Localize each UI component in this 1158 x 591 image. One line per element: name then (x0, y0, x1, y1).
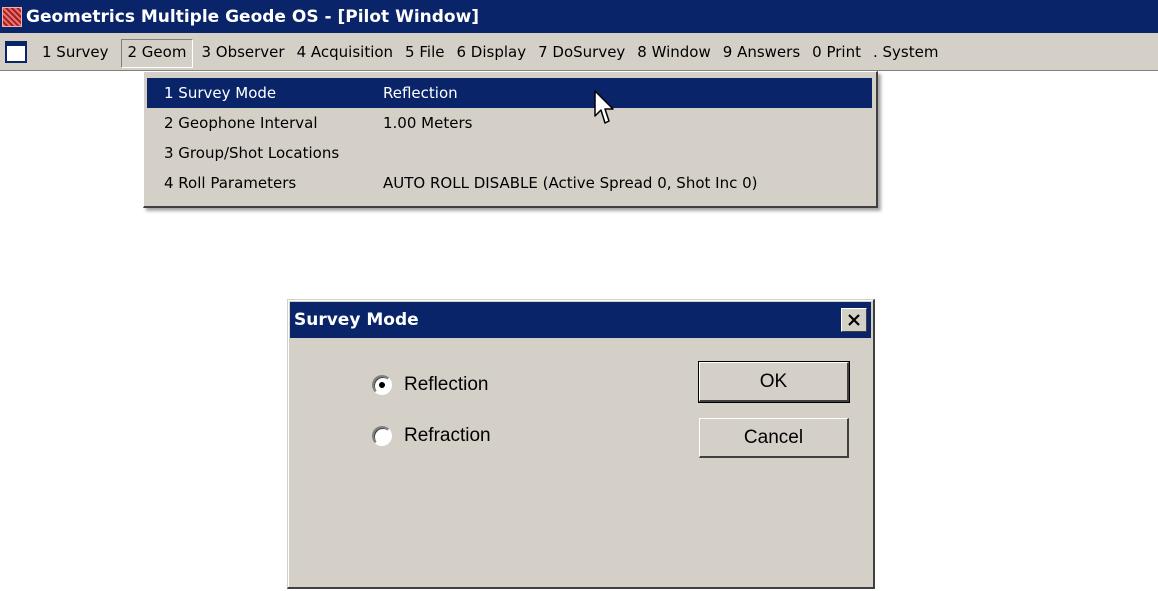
menu-system[interactable]: . System (867, 39, 944, 65)
radio-reflection[interactable]: Reflection (372, 372, 489, 398)
radio-refraction[interactable]: Refraction (372, 423, 491, 449)
radio-selected-dot (379, 382, 385, 388)
menu-bar: 1 Survey 2 Geom 3 Observer 4 Acquisition… (0, 33, 1158, 71)
window-titlebar: Geometrics Multiple Geode OS - [Pilot Wi… (0, 0, 1158, 33)
ok-button[interactable]: OK (698, 361, 850, 403)
menu-survey[interactable]: 1 Survey (36, 39, 115, 65)
menu-window[interactable]: 8 Window (631, 39, 716, 65)
menu-geom[interactable]: 2 Geom (120, 39, 194, 68)
menu-dosurvey[interactable]: 7 DoSurvey (532, 39, 631, 65)
menu-item-label: 3 Group/Shot Locations (164, 144, 340, 162)
menu-display[interactable]: 6 Display (450, 39, 532, 65)
menu-item-roll-parameters[interactable]: 4 Roll Parameters AUTO ROLL DISABLE (Act… (147, 168, 872, 198)
menu-item-value: Reflection (383, 84, 458, 102)
menu-item-label: 1 Survey Mode (164, 84, 277, 102)
radio-button-icon[interactable] (372, 375, 392, 395)
menu-file[interactable]: 5 File (399, 39, 450, 65)
cancel-button[interactable]: Cancel (699, 418, 849, 458)
menu-item-label: 2 Geophone Interval (164, 114, 318, 132)
dialog-titlebar: Survey Mode (290, 302, 871, 338)
menu-item-label: 4 Roll Parameters (164, 174, 297, 192)
survey-mode-dialog: Survey Mode Reflection Refraction OK Can… (287, 299, 875, 589)
geom-dropdown-menu: 1 Survey Mode Reflection 2 Geophone Inte… (143, 71, 878, 208)
close-icon[interactable] (841, 308, 867, 332)
mouse-pointer-icon (594, 90, 614, 124)
close-x-glyph (848, 314, 860, 326)
menu-observer[interactable]: 3 Observer (195, 39, 290, 65)
menu-acquisition[interactable]: 4 Acquisition (291, 39, 399, 65)
document-window-icon[interactable] (5, 40, 27, 63)
geode-app-icon[interactable] (2, 6, 22, 27)
menu-item-value: AUTO ROLL DISABLE (Active Spread 0, Shot… (383, 174, 758, 192)
dialog-title: Survey Mode (294, 310, 419, 330)
menu-print[interactable]: 0 Print (806, 39, 867, 65)
radio-label: Refraction (404, 425, 491, 446)
menu-answers[interactable]: 9 Answers (717, 39, 806, 65)
radio-label: Reflection (404, 374, 489, 395)
menu-item-group-shot-locations[interactable]: 3 Group/Shot Locations (147, 138, 872, 168)
menu-item-value: 1.00 Meters (383, 114, 473, 132)
menu-item-geophone-interval[interactable]: 2 Geophone Interval 1.00 Meters (147, 108, 872, 138)
window-title: Geometrics Multiple Geode OS - [Pilot Wi… (26, 6, 480, 27)
radio-button-icon[interactable] (372, 426, 392, 446)
menu-item-survey-mode[interactable]: 1 Survey Mode Reflection (147, 78, 872, 108)
